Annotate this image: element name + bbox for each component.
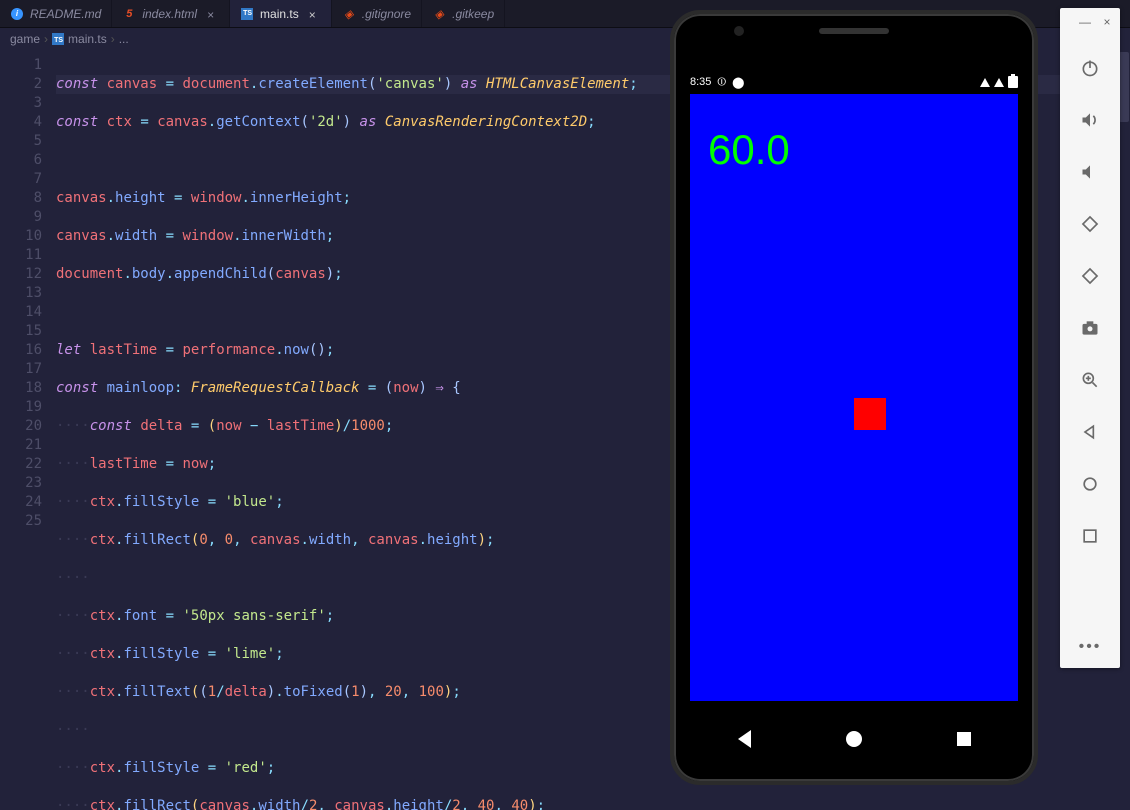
rotate-left-icon[interactable] bbox=[1078, 212, 1102, 236]
line-gutter: 1234567891011121314151617181920212223242… bbox=[0, 50, 56, 810]
breadcrumb-more[interactable]: ... bbox=[119, 32, 129, 46]
signal-icon bbox=[994, 78, 1004, 87]
back-icon[interactable] bbox=[1078, 420, 1102, 444]
tab-index-html[interactable]: 5 index.html × bbox=[112, 0, 230, 27]
volume-down-icon[interactable] bbox=[1078, 160, 1102, 184]
rotate-right-icon[interactable] bbox=[1078, 264, 1102, 288]
app-canvas[interactable]: 60.0 bbox=[690, 94, 1018, 701]
emulator-toolbar: — × ••• bbox=[1060, 8, 1120, 668]
zoom-icon[interactable] bbox=[1078, 368, 1102, 392]
breadcrumb-folder[interactable]: game› bbox=[10, 32, 48, 46]
front-camera bbox=[734, 26, 744, 36]
tab-gitkeep[interactable]: ◈ .gitkeep bbox=[422, 0, 505, 27]
nav-back-button[interactable] bbox=[738, 730, 751, 748]
close-button[interactable]: × bbox=[1100, 15, 1114, 29]
more-icon[interactable]: ••• bbox=[1079, 638, 1102, 656]
info-icon: i bbox=[10, 7, 24, 21]
tab-readme[interactable]: i README.md bbox=[0, 0, 112, 27]
close-icon[interactable]: × bbox=[207, 8, 219, 20]
tab-label: .gitkeep bbox=[452, 7, 494, 21]
status-time: 8:35 bbox=[690, 76, 711, 88]
tab-gitignore[interactable]: ◈ .gitignore bbox=[332, 0, 422, 27]
close-icon[interactable]: × bbox=[309, 8, 321, 20]
tab-label: index.html bbox=[142, 7, 197, 21]
tab-label: main.ts bbox=[260, 7, 299, 21]
ts-icon: TS bbox=[240, 7, 254, 21]
html5-icon: 5 bbox=[122, 7, 136, 21]
git-icon: ◈ bbox=[432, 7, 446, 21]
shield-icon: ⏼ bbox=[717, 76, 726, 89]
android-navbar bbox=[690, 719, 1018, 759]
red-square bbox=[854, 398, 886, 430]
nav-home-button[interactable] bbox=[846, 731, 862, 747]
git-icon: ◈ bbox=[342, 7, 356, 21]
wifi-icon bbox=[980, 78, 990, 87]
power-icon[interactable] bbox=[1078, 56, 1102, 80]
volume-up-icon[interactable] bbox=[1078, 108, 1102, 132]
home-icon[interactable] bbox=[1078, 472, 1102, 496]
globe-icon: ⬤ bbox=[732, 76, 744, 89]
status-bar: 8:35 ⏼ ⬤ bbox=[690, 72, 1018, 92]
speaker-grill bbox=[819, 28, 889, 34]
battery-icon bbox=[1008, 76, 1018, 88]
tab-main-ts[interactable]: TS main.ts × bbox=[230, 0, 332, 27]
fps-counter: 60.0 bbox=[708, 126, 790, 174]
minimize-button[interactable]: — bbox=[1078, 15, 1092, 29]
overview-icon[interactable] bbox=[1078, 524, 1102, 548]
nav-overview-button[interactable] bbox=[957, 732, 971, 746]
camera-icon[interactable] bbox=[1078, 316, 1102, 340]
breadcrumb-file[interactable]: TSmain.ts› bbox=[52, 32, 115, 46]
tab-label: .gitignore bbox=[362, 7, 411, 21]
tab-label: README.md bbox=[30, 7, 101, 21]
emulator-phone: 8:35 ⏼ ⬤ 60.0 bbox=[670, 10, 1038, 785]
